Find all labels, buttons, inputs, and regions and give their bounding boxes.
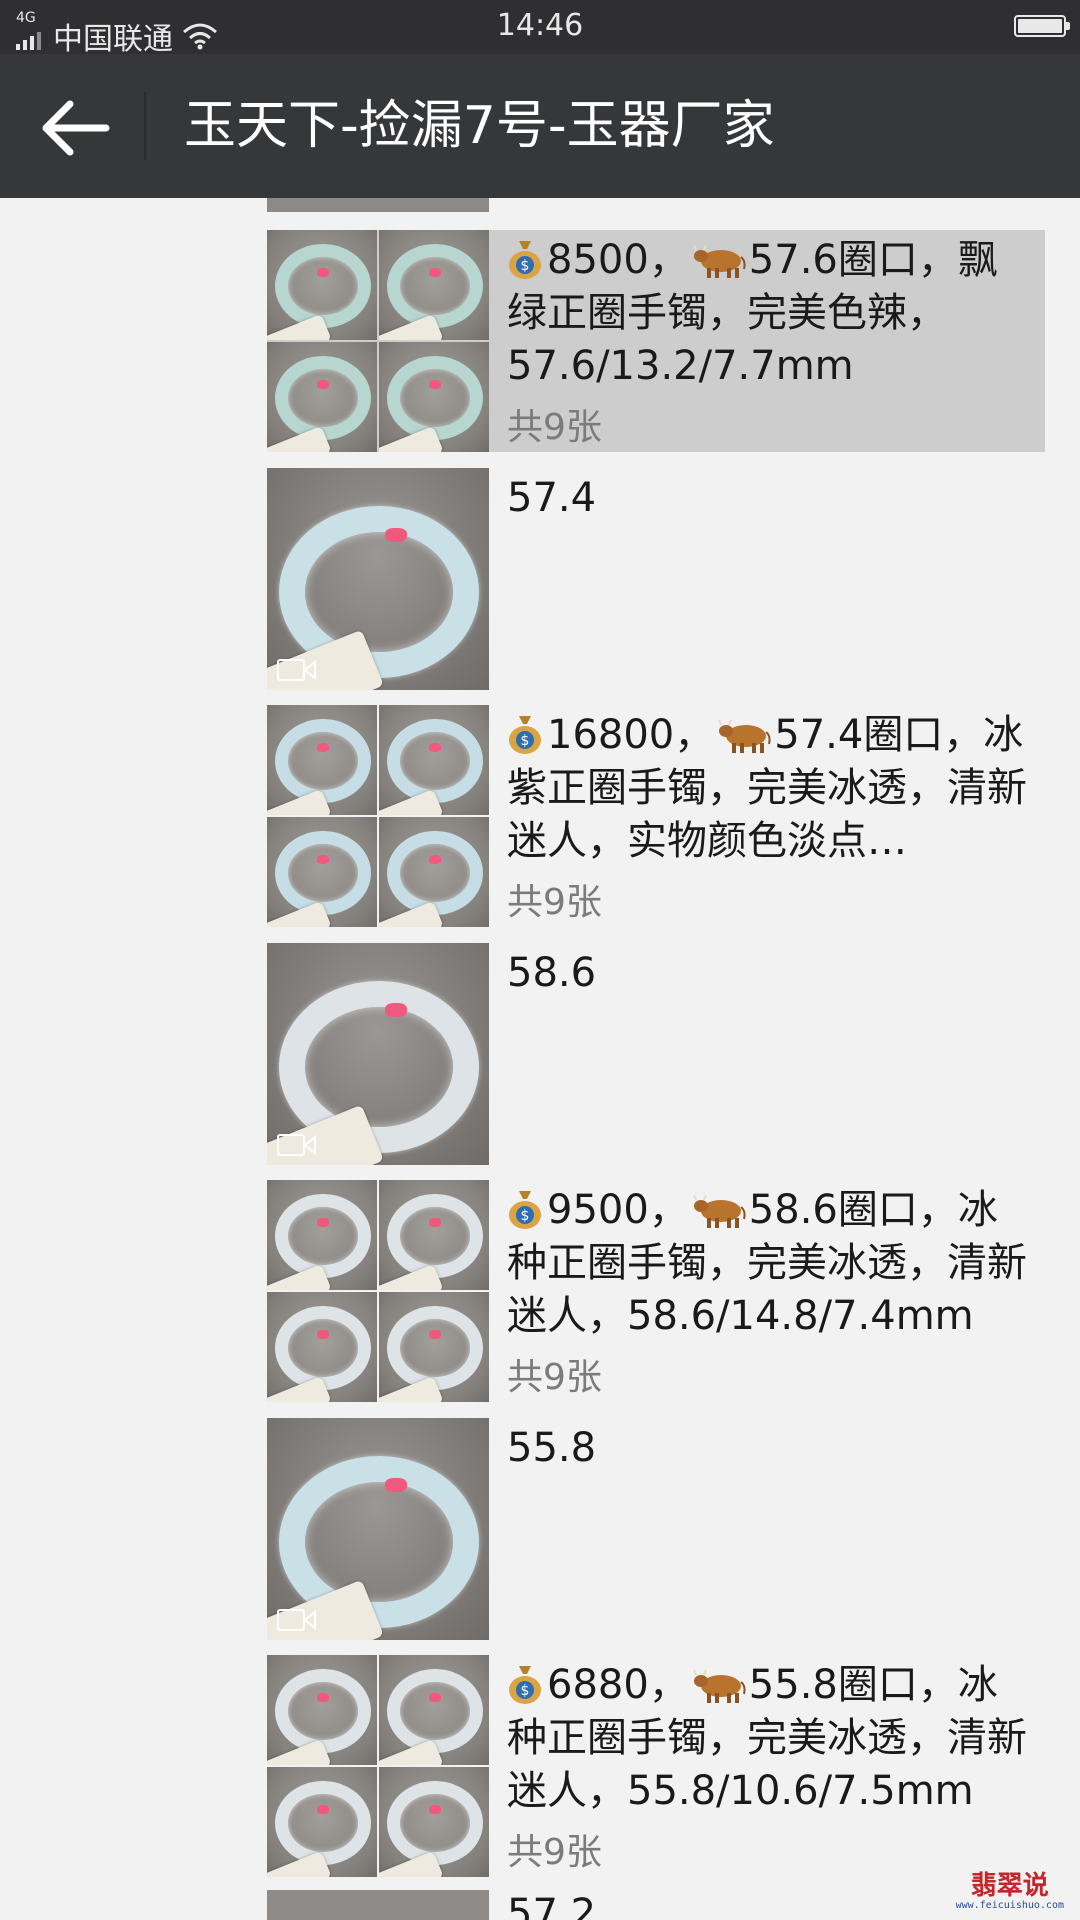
video-post[interactable]: 55.8 [267,1417,1045,1640]
photo-count: 共9张 [507,407,602,448]
money-bag-emoji: $ [509,241,541,279]
ox-emoji [692,244,746,278]
title-divider [144,92,146,160]
money-bag-emoji: $ [509,1191,541,1229]
svg-text:$: $ [521,1208,530,1224]
photo-thumbnail[interactable] [379,1767,489,1877]
photo-thumbnail[interactable] [379,1655,489,1765]
photo-thumbnail[interactable] [267,1180,377,1290]
post-caption[interactable]: 57.4 [507,472,1027,525]
svg-text:$: $ [521,1683,530,1699]
ox-emoji [692,1194,746,1228]
video-icon[interactable] [277,1608,317,1632]
album-post[interactable]: $9500， 58.6圈口，冰种正圈手镯，完美冰透，清新迷人，58.6/14.8/… [267,1180,1045,1402]
money-bag-emoji: $ [509,716,541,754]
photo-thumbnail[interactable] [267,817,377,927]
partial-post-thumbnail[interactable] [267,198,489,212]
ox-emoji [692,1669,746,1703]
photo-thumbnail[interactable] [379,817,489,927]
album-post[interactable]: $6880， 55.8圈口，冰种正圈手镯，完美冰透，清新迷人，55.8/10.6/… [267,1655,1045,1877]
post-price: 8500， [547,237,689,283]
post-caption[interactable]: 55.8 [507,1422,1027,1475]
post-price: 6880， [547,1662,689,1708]
svg-text:$: $ [521,733,530,749]
watermark-url: www.feicuishuo.com [955,1900,1064,1911]
photo-count: 共9张 [507,1357,602,1398]
status-time: 14:46 [496,8,584,43]
photo-grid[interactable] [267,1655,489,1877]
photo-thumbnail[interactable] [267,342,377,452]
post-caption[interactable]: 58.6 [507,947,1027,1000]
status-bar: 4G 中国联通 14:46 [0,0,1080,57]
photo-thumbnail[interactable] [379,1180,489,1290]
video-thumbnail[interactable] [267,942,489,1165]
post-price: 16800， [547,712,715,758]
video-thumbnail[interactable] [267,467,489,690]
album-feed[interactable]: $8500， 57.6圈口，飘绿正圈手镯，完美色辣，57.6/13.2/7.7mm… [0,198,1080,1920]
album-post[interactable]: $8500， 57.6圈口，飘绿正圈手镯，完美色辣，57.6/13.2/7.7mm… [267,230,1045,452]
title-bar: 玉天下-捡漏7号-玉器厂家 [0,54,1080,198]
page-title: 玉天下-捡漏7号-玉器厂家 [184,96,775,156]
battery-icon [1014,15,1070,37]
video-post[interactable]: 58.6 [267,942,1045,1165]
photo-count: 共9张 [507,1832,602,1873]
svg-text:$: $ [521,258,530,274]
photo-thumbnail[interactable] [379,230,489,340]
photo-thumbnail[interactable] [267,230,377,340]
photo-grid[interactable] [267,230,489,452]
video-thumbnail[interactable] [267,1417,489,1640]
money-bag-emoji: $ [509,1666,541,1704]
photo-thumbnail[interactable] [379,705,489,815]
photo-grid[interactable] [267,705,489,927]
photo-thumbnail[interactable] [379,342,489,452]
photo-count: 共9张 [507,882,602,923]
post-caption[interactable]: $6880， 55.8圈口，冰种正圈手镯，完美冰透，清新迷人，55.8/10.6/… [507,1659,1027,1818]
video-icon[interactable] [277,1133,317,1157]
post-caption[interactable]: $8500， 57.6圈口，飘绿正圈手镯，完美色辣，57.6/13.2/7.7mm [507,234,1027,393]
back-arrow-icon[interactable] [36,98,110,158]
partial-post-text[interactable]: 57.2 [507,1894,596,1920]
watermark-title: 翡翠说 [970,1871,1049,1901]
photo-thumbnail[interactable] [267,1767,377,1877]
video-post[interactable]: 57.4 [267,467,1045,690]
video-icon[interactable] [277,658,317,682]
partial-post-thumbnail[interactable] [267,1890,489,1920]
photo-thumbnail[interactable] [267,705,377,815]
ox-emoji [718,719,771,753]
photo-thumbnail[interactable] [267,1655,377,1765]
post-caption[interactable]: $9500， 58.6圈口，冰种正圈手镯，完美冰透，清新迷人，58.6/14.8/… [507,1184,1027,1343]
post-caption[interactable]: $16800， 57.4圈口，冰紫正圈手镯，完美冰透，清新迷人，实物颜色淡点… [507,709,1027,868]
watermark-logo: 翡翠说 www.feicuishuo.com [956,1872,1064,1912]
album-post[interactable]: $16800， 57.4圈口，冰紫正圈手镯，完美冰透，清新迷人，实物颜色淡点… 共… [267,705,1045,927]
post-price: 9500， [547,1187,689,1233]
photo-thumbnail[interactable] [379,1292,489,1402]
photo-grid[interactable] [267,1180,489,1402]
photo-thumbnail[interactable] [267,1292,377,1402]
